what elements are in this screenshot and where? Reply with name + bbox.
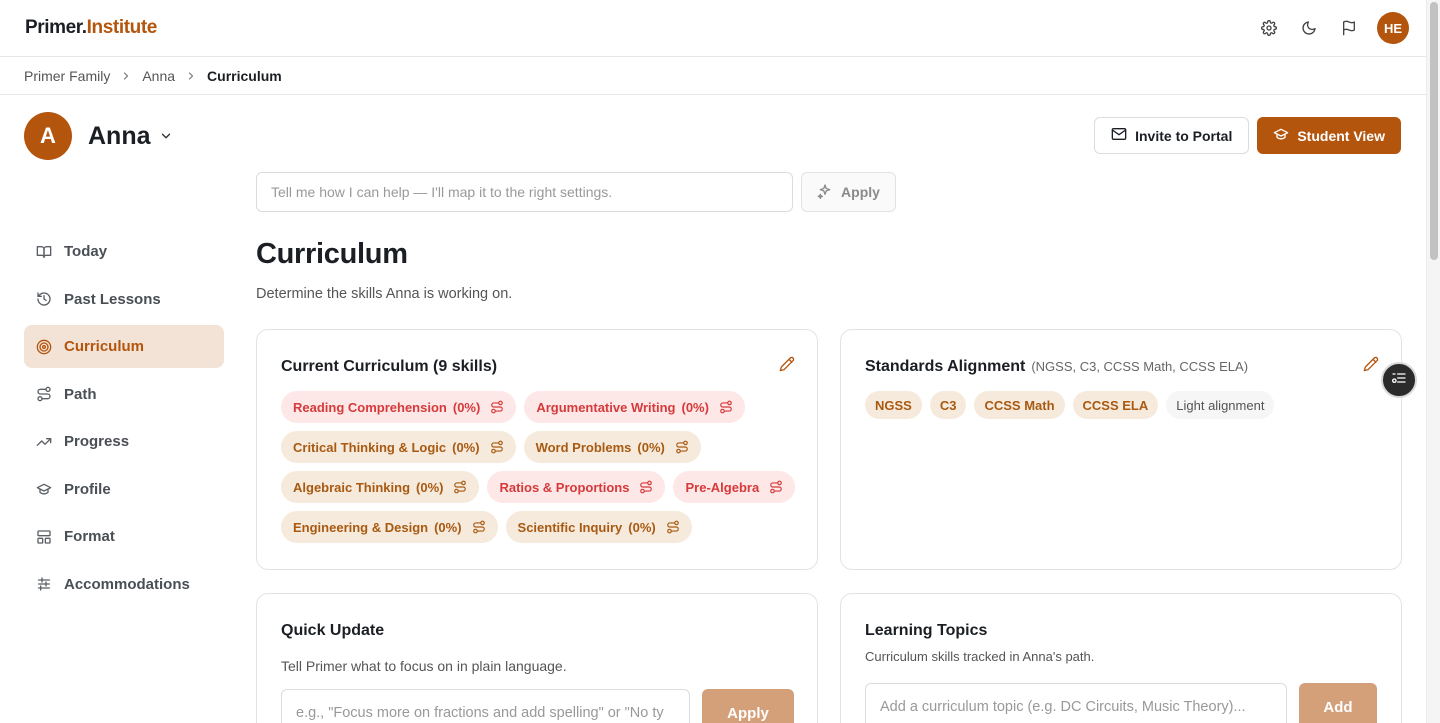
graduation-cap-icon <box>1273 126 1289 145</box>
book-open-icon <box>36 244 52 260</box>
breadcrumb-current: Curriculum <box>207 67 282 84</box>
route-icon <box>472 520 486 534</box>
history-icon <box>36 291 52 307</box>
flag-icon[interactable] <box>1329 12 1369 44</box>
pencil-icon[interactable] <box>1363 356 1379 377</box>
standards-alignment-card: Standards Alignment (NGSS, C3, CCSS Math,… <box>840 329 1402 570</box>
quick-update-apply-button[interactable]: Apply <box>702 689 794 723</box>
sidebar-item-accommodations[interactable]: Accommodations <box>24 563 224 606</box>
current-curriculum-card: Current Curriculum (9 skills) Reading Co… <box>256 329 818 570</box>
page-scrollbar[interactable] <box>1426 0 1440 723</box>
skill-chips: Reading Comprehension (0%) Argumentative … <box>281 391 801 543</box>
learning-topics-title: Learning Topics <box>865 622 988 639</box>
student-view-button[interactable]: Student View <box>1257 117 1401 154</box>
route-icon <box>36 386 52 402</box>
sidebar-item-past-lessons[interactable]: Past Lessons <box>24 278 224 321</box>
learning-topics-card: Learning Topics Curriculum skills tracke… <box>840 593 1402 723</box>
learning-topic-input[interactable] <box>865 683 1287 723</box>
quick-update-card: Quick Update Tell Primer what to focus o… <box>256 593 818 723</box>
skill-chip[interactable]: Engineering & Design (0%) <box>281 511 498 543</box>
quick-update-description: Tell Primer what to focus on in plain la… <box>281 658 567 674</box>
graduation-cap-icon <box>36 481 52 497</box>
standard-chip-ngss: NGSS <box>865 391 922 419</box>
top-icons: HE <box>1249 12 1426 44</box>
skill-chip[interactable]: Reading Comprehension (0%) <box>281 391 517 423</box>
skill-chip[interactable]: Word Problems (0%) <box>523 431 701 463</box>
standards-chips: NGSS C3 CCSS Math CCSS ELA Light alignme… <box>865 391 1275 419</box>
trending-up-icon <box>36 434 52 450</box>
moon-icon[interactable] <box>1289 12 1329 44</box>
pencil-icon[interactable] <box>779 356 795 377</box>
quick-update-input[interactable] <box>281 689 690 723</box>
layout-icon <box>36 529 52 545</box>
page-title: Curriculum <box>256 238 408 270</box>
sidebar-nav: Today Past Lessons Curriculum Path Progr… <box>24 230 224 610</box>
route-icon <box>769 480 783 494</box>
breadcrumb-item-student[interactable]: Anna <box>142 68 175 84</box>
standard-chip-ccss-math: CCSS Math <box>974 391 1065 419</box>
student-avatar: A <box>24 112 72 160</box>
add-topic-button[interactable]: Add <box>1299 683 1377 723</box>
gear-icon[interactable] <box>1249 12 1289 44</box>
route-icon <box>675 440 689 454</box>
quick-update-form: Apply <box>281 689 794 723</box>
route-icon <box>453 480 467 494</box>
skill-chip[interactable]: Ratios & Proportions <box>487 471 666 503</box>
sidebar-item-progress[interactable]: Progress <box>24 420 224 463</box>
skill-chip[interactable]: Algebraic Thinking (0%) <box>281 471 480 503</box>
student-switcher[interactable]: A Anna <box>24 112 173 160</box>
sidebar-item-format[interactable]: Format <box>24 515 224 558</box>
learning-topics-description: Curriculum skills tracked in Anna's path… <box>865 649 1095 664</box>
alignment-level-badge: Light alignment <box>1166 391 1275 419</box>
breadcrumb: Primer Family Anna Curriculum <box>0 57 1426 95</box>
list-checks-icon <box>1391 370 1407 391</box>
skill-chip[interactable]: Pre-Algebra <box>673 471 796 503</box>
sparkles-icon <box>817 183 833 202</box>
route-icon <box>490 440 504 454</box>
student-name: Anna <box>88 121 151 150</box>
assistant-bar: Apply <box>256 172 896 212</box>
standard-chip-c3: C3 <box>929 391 967 419</box>
sidebar-item-curriculum[interactable]: Curriculum <box>24 325 224 368</box>
target-icon <box>36 339 52 355</box>
scrollbar-thumb[interactable] <box>1430 2 1438 260</box>
user-avatar[interactable]: HE <box>1377 12 1409 44</box>
top-bar: Primer.Institute HE <box>0 0 1426 57</box>
sidebar-item-today[interactable]: Today <box>24 230 224 273</box>
task-list-fab[interactable] <box>1381 362 1417 398</box>
route-icon <box>490 400 504 414</box>
page-subtitle: Determine the skills Anna is working on. <box>256 286 513 302</box>
breadcrumb-item-family[interactable]: Primer Family <box>24 68 110 84</box>
invite-to-portal-button[interactable]: Invite to Portal <box>1094 117 1250 154</box>
assistant-apply-button[interactable]: Apply <box>801 172 896 212</box>
standard-chip-ccss-ela: CCSS ELA <box>1072 391 1159 419</box>
sidebar-item-profile[interactable]: Profile <box>24 468 224 511</box>
sidebar-item-path[interactable]: Path <box>24 373 224 416</box>
header-actions: Invite to Portal Student View <box>1094 117 1401 154</box>
sliders-icon <box>36 576 52 592</box>
route-icon <box>639 480 653 494</box>
route-icon <box>719 400 733 414</box>
chevron-right-icon <box>185 70 197 82</box>
learning-topics-form: Add <box>865 683 1377 723</box>
chevron-right-icon <box>120 70 132 82</box>
skill-chip[interactable]: Argumentative Writing (0%) <box>524 391 745 423</box>
standards-title: Standards Alignment (NGSS, C3, CCSS Math,… <box>865 358 1249 375</box>
quick-update-title: Quick Update <box>281 622 385 639</box>
app-logo[interactable]: Primer.Institute <box>25 17 157 39</box>
skill-chip[interactable]: Critical Thinking & Logic (0%) <box>281 431 516 463</box>
chevron-down-icon <box>159 129 173 143</box>
route-icon <box>666 520 680 534</box>
current-curriculum-title: Current Curriculum (9 skills) <box>281 358 498 375</box>
assistant-input[interactable] <box>256 172 793 212</box>
mail-icon <box>1111 126 1127 145</box>
skill-chip[interactable]: Scientific Inquiry (0%) <box>505 511 692 543</box>
